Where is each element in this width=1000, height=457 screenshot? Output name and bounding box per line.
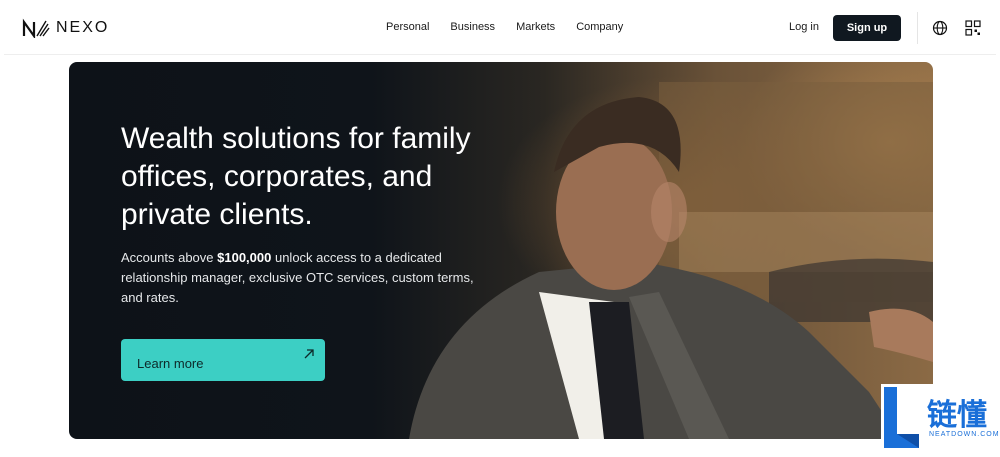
hero-title: Wealth solutions for family offices, cor… (121, 122, 471, 231)
hero-subtitle: Accounts above $100,000 unlock access to… (121, 248, 481, 308)
nexo-logo[interactable]: NEXO (22, 18, 109, 38)
nav-personal[interactable]: Personal (386, 21, 429, 33)
learn-more-label: Learn more (137, 356, 204, 371)
nav-business[interactable]: Business (450, 21, 495, 33)
hero-subtitle-amount: $100,000 (217, 250, 272, 265)
learn-more-button[interactable]: Learn more (121, 339, 325, 381)
header-divider (917, 12, 918, 44)
signup-button[interactable]: Sign up (833, 15, 901, 41)
watermark-text: 链懂 (927, 398, 987, 433)
globe-icon[interactable] (932, 20, 948, 36)
nexo-logo-mark-icon (22, 18, 50, 38)
main-nav: Personal Business Markets Company (386, 21, 623, 33)
nav-company[interactable]: Company (576, 21, 623, 33)
hero-banner: Wealth solutions for family offices, cor… (69, 62, 933, 439)
hero-subtitle-pre: Accounts above (121, 250, 218, 265)
nav-markets[interactable]: Markets (516, 21, 555, 33)
top-navigation-bar: NEXO Personal Business Markets Company L… (4, 4, 996, 55)
watermark-url: NEATDOWN.COM (929, 431, 1000, 438)
arrow-up-right-icon (304, 349, 314, 359)
qr-code-icon[interactable] (965, 20, 981, 36)
login-link[interactable]: Log in (789, 21, 819, 33)
brand-name: NEXO (56, 19, 110, 36)
watermark-logo: 链懂 NEATDOWN.COM (881, 384, 1000, 452)
